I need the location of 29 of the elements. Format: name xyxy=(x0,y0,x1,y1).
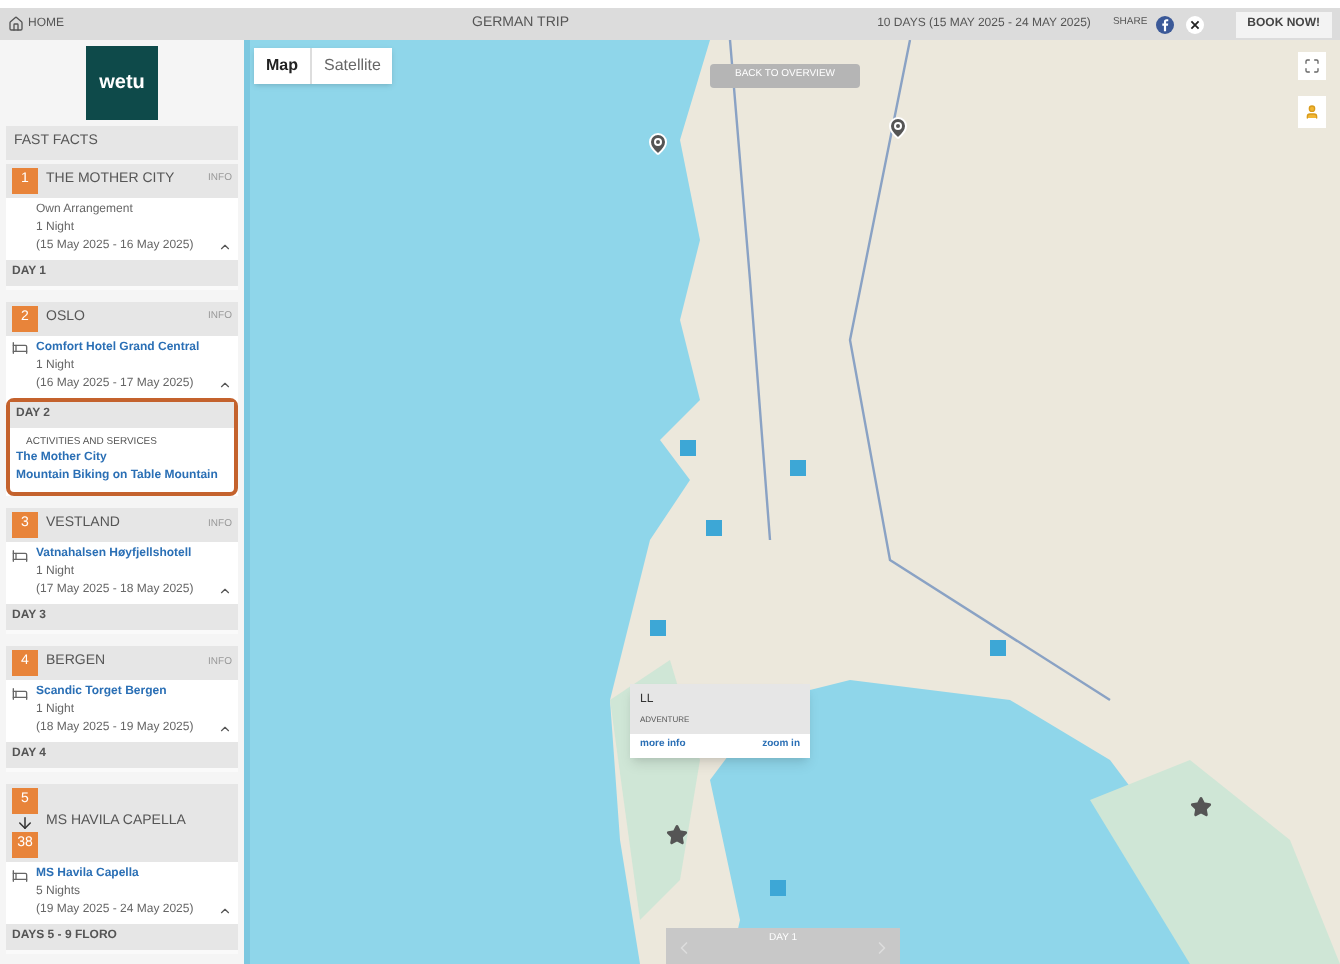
map-marker[interactable] xyxy=(990,640,1006,656)
bed-icon xyxy=(12,547,28,563)
map-marker[interactable] xyxy=(790,460,806,476)
logo[interactable]: wetu xyxy=(86,46,158,120)
collapse-icon[interactable] xyxy=(218,239,232,253)
fullscreen-icon xyxy=(1304,58,1320,74)
collapse-icon[interactable] xyxy=(218,584,232,598)
bed-icon xyxy=(12,685,28,701)
map-marker[interactable] xyxy=(680,440,696,456)
person-icon xyxy=(1304,102,1320,122)
home-icon xyxy=(8,16,24,32)
down-arrow-icon xyxy=(16,814,34,832)
pin-icon[interactable] xyxy=(646,132,670,156)
map-type-tab[interactable]: Satellite xyxy=(310,48,393,84)
bed-icon xyxy=(12,340,28,356)
star-marker-icon[interactable] xyxy=(1190,796,1212,818)
star-marker-icon[interactable] xyxy=(666,824,688,846)
collapse-icon[interactable] xyxy=(218,377,232,391)
map-marker[interactable] xyxy=(706,520,722,536)
collapse-icon[interactable] xyxy=(218,722,232,736)
facebook-icon[interactable] xyxy=(1155,15,1174,33)
fullscreen-button[interactable] xyxy=(1298,52,1326,80)
map-marker[interactable] xyxy=(770,880,786,896)
map-type-tab[interactable]: Map xyxy=(254,48,310,84)
collapse-icon[interactable] xyxy=(218,904,232,918)
x-logo-icon[interactable] xyxy=(1185,15,1204,33)
map-marker[interactable] xyxy=(650,620,666,636)
bed-icon xyxy=(12,867,28,883)
pin-icon[interactable] xyxy=(886,116,910,140)
